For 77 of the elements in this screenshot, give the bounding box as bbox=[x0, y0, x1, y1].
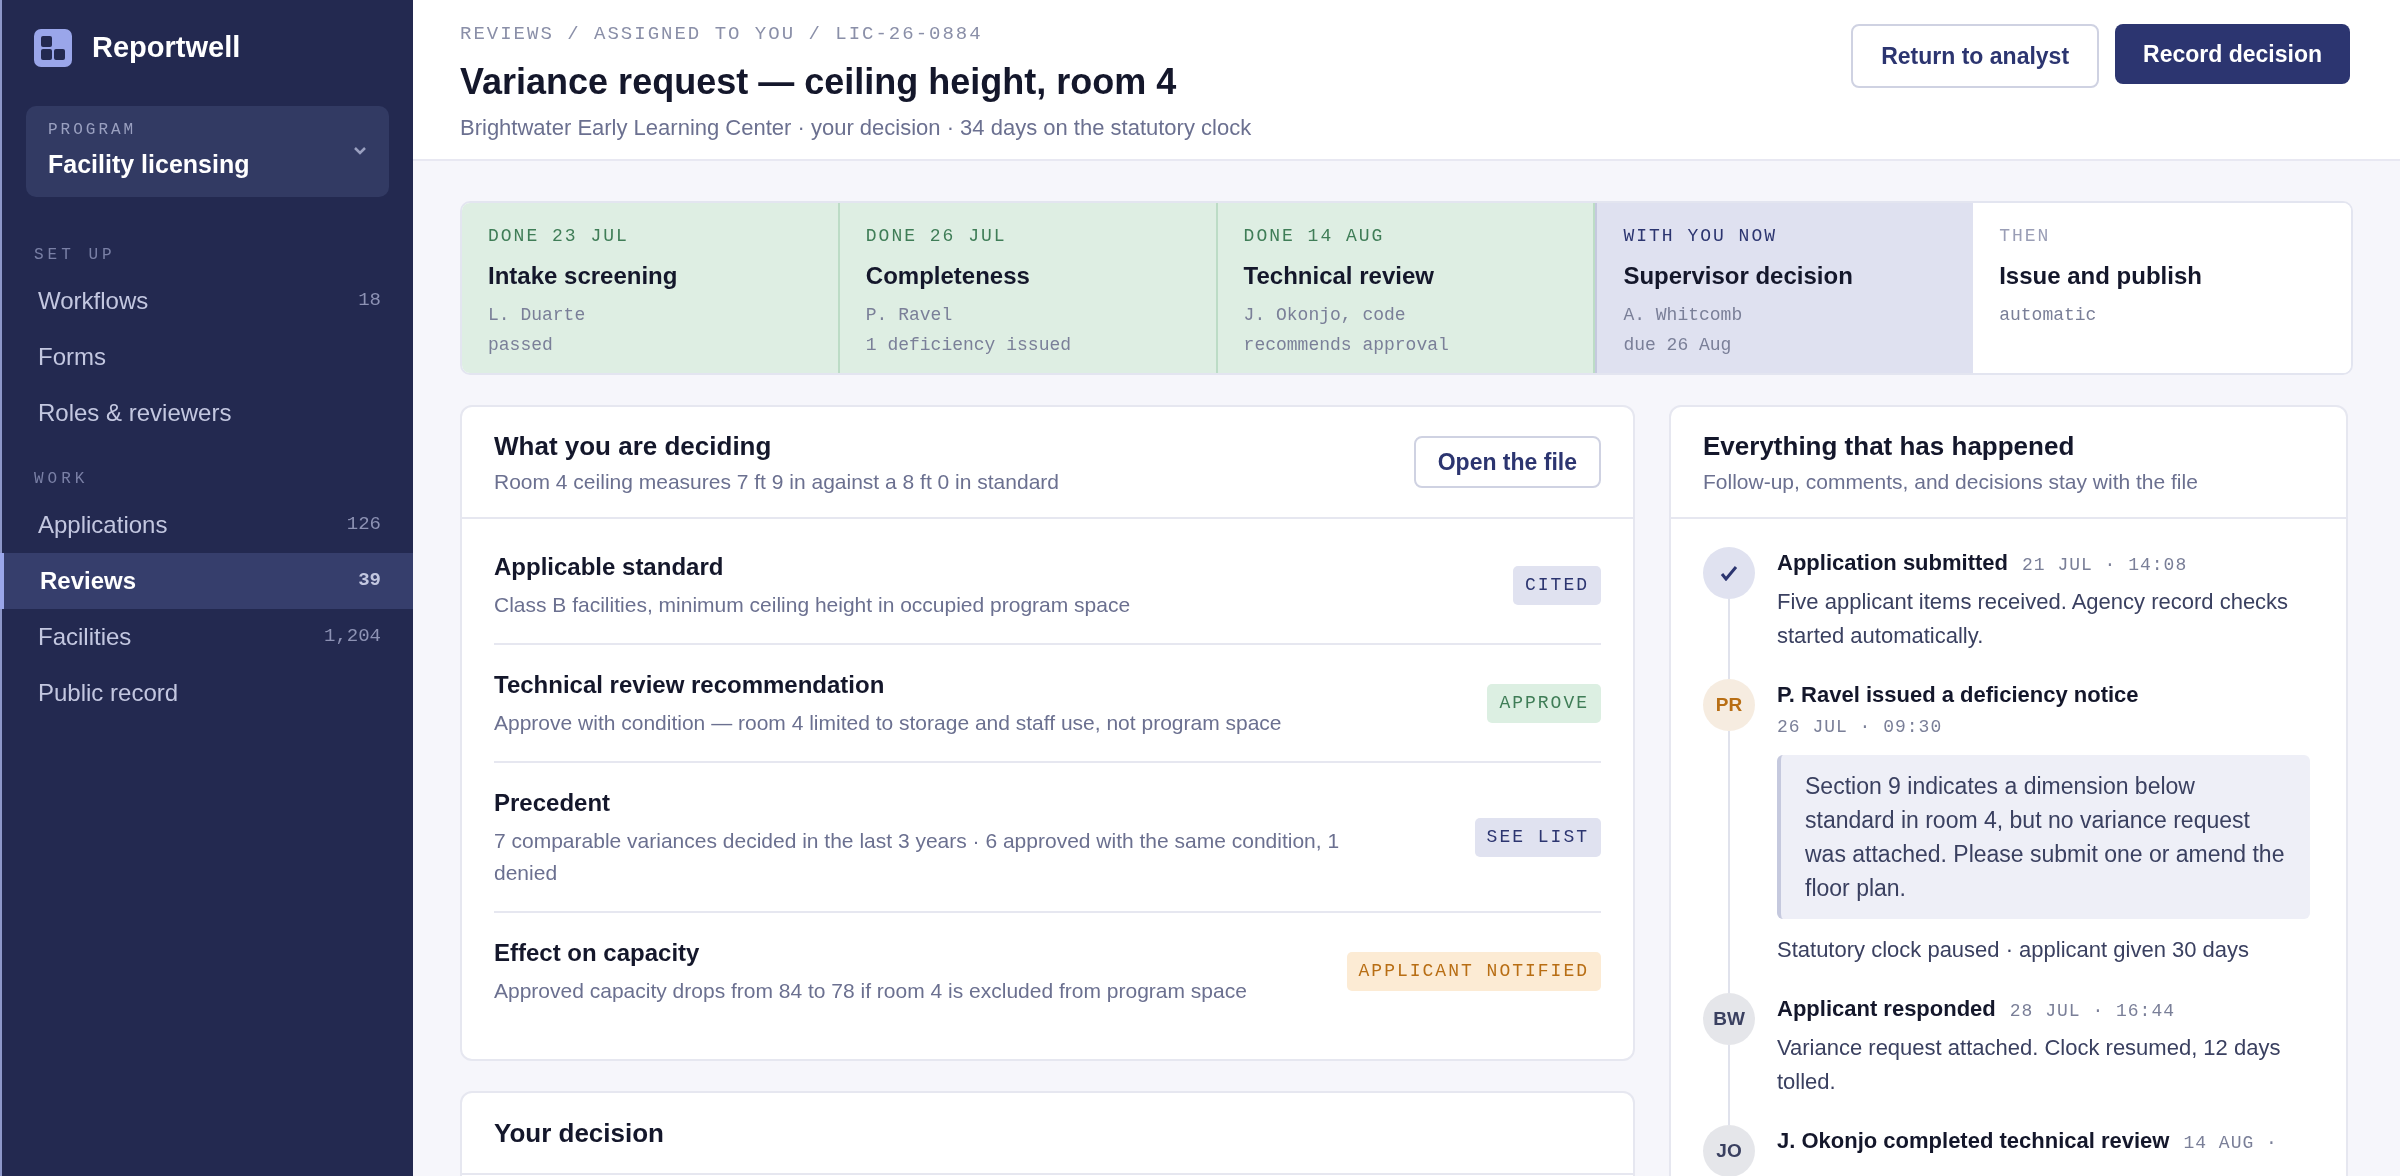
row-title: Technical review recommendation bbox=[494, 670, 886, 700]
step-detail: 1 deficiency issued bbox=[865, 334, 1073, 357]
step-title: Supervisor decision bbox=[1623, 261, 1854, 291]
step-status: DONE 23 JUL bbox=[488, 225, 630, 248]
return-button[interactable]: Return to analyst bbox=[1851, 24, 2100, 88]
step-status: WITH YOU NOW bbox=[1623, 225, 1778, 248]
item-count: 18 bbox=[358, 288, 381, 314]
event-title: J. Okonjo completed technical review bbox=[1777, 1127, 2170, 1155]
item-count: 39 bbox=[358, 568, 381, 594]
row-title: Effect on capacity bbox=[494, 938, 701, 968]
card-subtitle: Follow-up, comments, and decisions stay with the file bbox=[1703, 468, 2199, 495]
record-decision-button[interactable]: Record decision bbox=[2115, 24, 2350, 84]
step-status: THEN bbox=[1999, 225, 2052, 248]
step-detail: passed bbox=[488, 334, 554, 357]
open-file-button[interactable]: Open the file bbox=[1413, 436, 1601, 488]
row-title: Precedent bbox=[494, 788, 612, 818]
step-status: DONE 26 JUL bbox=[865, 225, 1008, 248]
step-detail: A. Whitcomb bbox=[1623, 304, 1744, 327]
brand-name: Reportwell bbox=[92, 30, 241, 65]
step-title: Intake screening bbox=[488, 261, 679, 291]
step-title: Completeness bbox=[865, 261, 1031, 291]
status-badge: APPLICANT NOTIFIED bbox=[1346, 951, 1601, 991]
section-heading: SET UP bbox=[33, 244, 117, 266]
event-time: 14 AUG · bbox=[2183, 1132, 2278, 1155]
row-title: Applicable standard bbox=[494, 552, 725, 582]
quoted-comment: Section 9 indicates a dimension below standard in room 4, but no variance request was attached. Please submit one or amend the floor plan. bbox=[1777, 755, 2310, 919]
page-title: Variance request — ceiling height, room 4 bbox=[460, 59, 1178, 104]
page-subtitle: Brightwater Early Learning Center · your decision · 34 days on the statutory clock bbox=[460, 113, 1252, 142]
program-selector[interactable]: PROGRAM Facility licensing bbox=[26, 105, 389, 197]
step-title: Technical review bbox=[1243, 261, 1435, 291]
event-title: P. Ravel issued a deficiency notice bbox=[1777, 681, 2139, 709]
sidebar-item[interactable]: Public record bbox=[2, 664, 413, 721]
check-icon bbox=[1720, 565, 1738, 581]
status-badge: CITED bbox=[1513, 565, 1601, 605]
sidebar-item[interactable]: Roles & reviewers bbox=[2, 384, 413, 441]
program-value: Facility licensing bbox=[48, 149, 250, 181]
event-text: Statutory clock paused · applicant given 30 days bbox=[1777, 936, 2251, 964]
sidebar-item[interactable]: Forms bbox=[2, 328, 413, 385]
event-title: Application submitted bbox=[1777, 549, 2008, 577]
section-heading: WORK bbox=[33, 468, 90, 490]
card-title: What you are deciding bbox=[494, 429, 773, 463]
sidebar-item[interactable]: Reviews 39 bbox=[0, 552, 413, 609]
status-badge: SEE LIST bbox=[1474, 817, 1601, 857]
event-time: 26 JUL · 09:30 bbox=[1777, 716, 1943, 739]
event-time: 28 JUL · 16:44 bbox=[2009, 1000, 2176, 1023]
card-title: Everything that has happened bbox=[1703, 429, 2076, 463]
step-detail: due 26 Aug bbox=[1623, 334, 1733, 357]
step-detail: J. Okonjo, code bbox=[1243, 304, 1407, 327]
initials-avatar: PR bbox=[1703, 679, 1755, 731]
card-title: Your decision bbox=[494, 1116, 664, 1150]
step-detail: L. Duarte bbox=[488, 304, 587, 327]
step-status: DONE 14 AUG bbox=[1243, 225, 1386, 248]
step-detail: recommends approval bbox=[1243, 334, 1450, 357]
card-subtitle: Room 4 ceiling measures 7 ft 9 in against a 8 ft 0 in standard bbox=[494, 468, 1059, 495]
row-description: 7 comparable variances decided in the last 3 years · 6 approved with the same condition, 1 denied bbox=[494, 828, 1341, 886]
breadcrumb: REVIEWS / ASSIGNED TO YOU / LIC-26-0884 bbox=[460, 22, 984, 47]
sidebar-item[interactable]: Applications 126 bbox=[2, 496, 413, 553]
item-count: 126 bbox=[346, 512, 381, 538]
step-detail: P. Ravel bbox=[865, 304, 954, 327]
initials-avatar: BW bbox=[1703, 993, 1755, 1045]
initials-avatar: JO bbox=[1703, 1125, 1755, 1176]
event-time: 21 JUL · 14:08 bbox=[2022, 554, 2188, 577]
program-label: PROGRAM bbox=[48, 120, 138, 142]
item-count: 1,204 bbox=[324, 624, 381, 650]
row-description: Approved capacity drops from 84 to 78 if room 4 is excluded from program space bbox=[494, 978, 1247, 1004]
step-detail: automatic bbox=[1999, 304, 2098, 327]
logo-icon bbox=[34, 28, 72, 67]
sidebar-item[interactable]: Workflows 18 bbox=[2, 272, 413, 329]
event-text: Five applicant items received. Agency record checks started automatically. bbox=[1777, 588, 2290, 650]
step-title: Issue and publish bbox=[1999, 261, 2203, 291]
row-description: Approve with condition — room 4 limited to storage and staff use, not program space bbox=[494, 710, 1282, 736]
chevron-down-icon bbox=[353, 146, 367, 156]
event-text: Variance request attached. Clock resumed, 12 days tolled. bbox=[1777, 1034, 2282, 1096]
status-badge: APPROVE bbox=[1487, 683, 1601, 723]
sidebar-item[interactable]: Facilities 1,204 bbox=[2, 608, 413, 665]
row-description: Class B facilities, minimum ceiling height in occupied program space bbox=[494, 592, 1131, 618]
event-title: Applicant responded bbox=[1777, 995, 1996, 1023]
